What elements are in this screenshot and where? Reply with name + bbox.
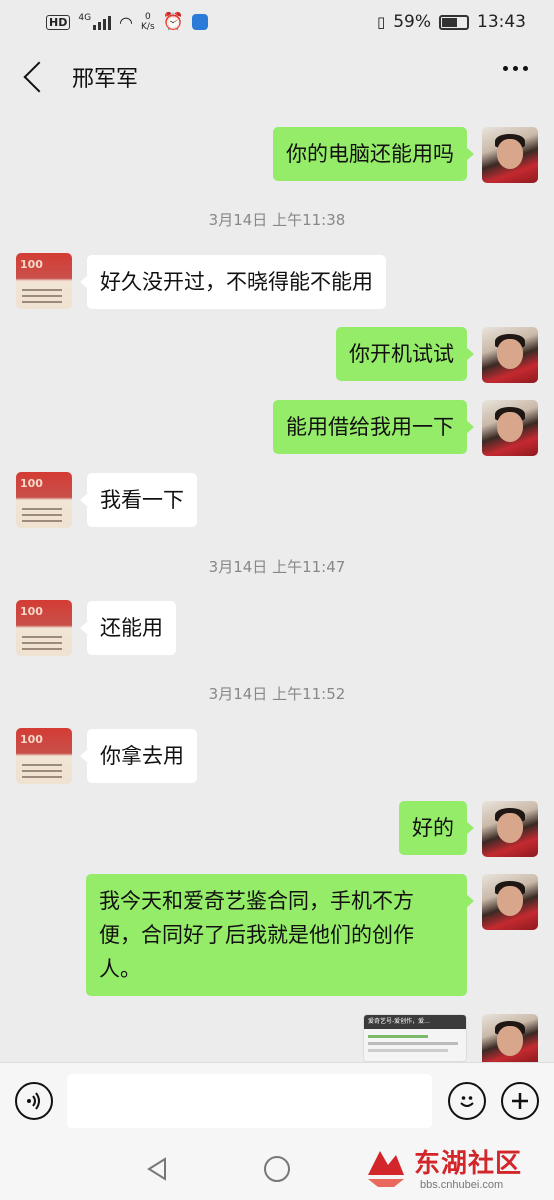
my-avatar[interactable]: [482, 327, 538, 383]
message-bubble-received[interactable]: 你拿去用: [80, 729, 197, 783]
my-avatar[interactable]: [482, 400, 538, 456]
nav-back-icon[interactable]: [146, 1157, 168, 1181]
message-bubble-sent[interactable]: 能用借给我用一下: [273, 400, 474, 454]
shared-image-thumbnail[interactable]: 爱奇艺号-爱创作，爱...: [363, 1014, 467, 1062]
emoji-icon[interactable]: [448, 1082, 486, 1120]
contact-avatar[interactable]: 100: [16, 253, 72, 309]
contact-avatar[interactable]: 100: [16, 728, 72, 784]
battery-icon: [439, 14, 469, 30]
my-avatar[interactable]: [482, 127, 538, 183]
voice-input-icon[interactable]: [15, 1082, 53, 1120]
chat-title: 邢军军: [72, 67, 139, 92]
network-type-label: 4G: [78, 13, 92, 23]
my-avatar[interactable]: [482, 801, 538, 857]
thumbnail-caption: 爱奇艺号-爱创作，爱...: [368, 1018, 430, 1025]
timestamp: 3月14日 上午11:38: [208, 211, 346, 229]
contact-avatar[interactable]: 100: [16, 472, 72, 528]
more-options-icon[interactable]: [503, 66, 528, 71]
battery-percent: 59%: [393, 12, 431, 32]
message-bubble-sent[interactable]: 我今天和爱奇艺鉴合同，手机不方便，合同好了后我就是他们的创作人。: [86, 874, 474, 996]
watermark-name: 东湖社区: [414, 1149, 523, 1179]
message-bubble-sent[interactable]: 好的: [399, 801, 474, 855]
message-bubble-sent[interactable]: 你的电脑还能用吗: [273, 127, 474, 181]
message-bubble-received[interactable]: 我看一下: [80, 473, 197, 527]
status-bar: HD 4G ◠ 0 K/s ⏰ ▯ 59% 13:43: [0, 0, 554, 44]
clock: 13:43: [477, 12, 526, 32]
alarm-icon: ⏰: [162, 12, 184, 32]
chat-header: 邢军军: [0, 44, 554, 110]
message-input[interactable]: [67, 1074, 432, 1128]
watermark: 东湖社区 bbs.cnhubei.com: [364, 1143, 544, 1197]
timestamp: 3月14日 上午11:47: [208, 558, 346, 576]
watermark-url: bbs.cnhubei.com: [420, 1179, 504, 1191]
timestamp: 3月14日 上午11:52: [208, 685, 346, 703]
speed-value: 0: [144, 12, 151, 22]
input-bar: [0, 1062, 554, 1138]
my-avatar[interactable]: [482, 1014, 538, 1062]
contact-avatar[interactable]: 100: [16, 600, 72, 656]
message-bubble-received[interactable]: 还能用: [80, 601, 176, 655]
network-speed: 0 K/s: [141, 12, 155, 32]
hd-icon: HD: [46, 14, 71, 30]
signal-icon: 4G: [78, 13, 112, 30]
wifi-icon: ◠: [119, 12, 134, 32]
message-bubble-received[interactable]: 好久没开过，不晓得能不能用: [80, 255, 386, 309]
nav-home-icon[interactable]: [264, 1156, 290, 1182]
message-bubble-sent[interactable]: 你开机试试: [336, 327, 474, 381]
my-avatar[interactable]: [482, 874, 538, 930]
vibrate-icon: ▯: [376, 13, 386, 31]
speed-unit: K/s: [141, 22, 155, 32]
watermark-logo-icon: [368, 1151, 404, 1187]
back-arrow-icon[interactable]: [23, 61, 55, 93]
shield-app-icon: [191, 14, 208, 30]
add-attachment-icon[interactable]: [501, 1082, 539, 1120]
